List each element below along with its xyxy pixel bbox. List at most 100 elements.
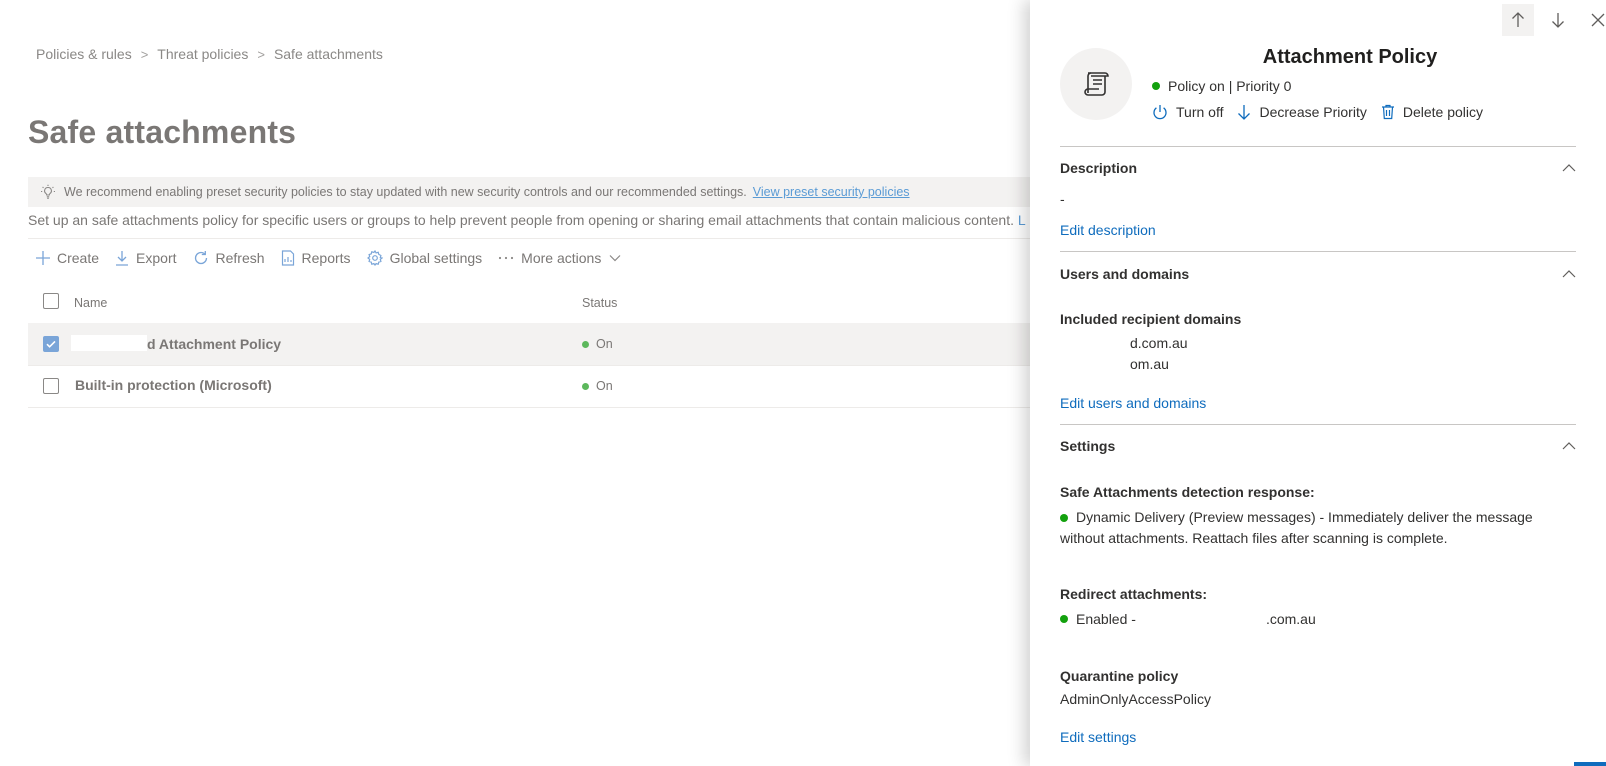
ellipsis-icon bbox=[498, 256, 514, 260]
refresh-icon bbox=[193, 250, 209, 266]
recommendation-banner: We recommend enabling preset security po… bbox=[28, 177, 1030, 207]
refresh-label: Refresh bbox=[215, 250, 265, 266]
quarantine-policy-value: AdminOnlyAccessPolicy bbox=[1060, 691, 1211, 707]
delete-policy-button[interactable]: Delete policy bbox=[1381, 104, 1483, 120]
download-icon bbox=[115, 250, 129, 266]
settings-section-header[interactable]: Settings bbox=[1060, 438, 1576, 454]
chevron-right-icon: > bbox=[140, 46, 149, 62]
policy-state-text: Policy on | Priority 0 bbox=[1168, 78, 1292, 94]
power-icon bbox=[1152, 104, 1168, 120]
chevron-up-icon[interactable] bbox=[1562, 442, 1576, 450]
description-section-title: Description bbox=[1060, 160, 1138, 176]
column-header-name[interactable]: Name bbox=[74, 296, 107, 310]
export-button[interactable]: Export bbox=[115, 250, 177, 266]
column-header-status[interactable]: Status bbox=[582, 296, 617, 310]
main-page: Policies & rules > Threat policies > Saf… bbox=[0, 0, 1030, 766]
status-dot bbox=[582, 340, 589, 348]
table-row[interactable]: d Attachment Policy On bbox=[28, 323, 1030, 366]
decrease-priority-button[interactable]: Decrease Priority bbox=[1237, 104, 1367, 120]
select-all-checkbox[interactable] bbox=[43, 293, 59, 309]
description-section-header[interactable]: Description bbox=[1060, 160, 1576, 176]
chevron-right-icon: > bbox=[257, 46, 265, 62]
included-domains-label: Included recipient domains bbox=[1060, 311, 1242, 327]
global-settings-button[interactable]: Global settings bbox=[366, 250, 483, 266]
policy-status: On bbox=[582, 337, 613, 351]
row-checkbox[interactable] bbox=[43, 378, 59, 394]
refresh-button[interactable]: Refresh bbox=[193, 250, 265, 266]
section-divider bbox=[1060, 146, 1576, 147]
more-actions-label: More actions bbox=[521, 250, 602, 266]
close-icon bbox=[1591, 13, 1605, 27]
turn-off-label: Turn off bbox=[1176, 104, 1224, 120]
report-icon bbox=[281, 250, 295, 266]
policy-status-text: On bbox=[596, 337, 613, 351]
domain-item: d.com.au bbox=[1130, 335, 1188, 351]
divider bbox=[28, 238, 1030, 239]
arrow-down-icon bbox=[1237, 104, 1251, 120]
next-item-button[interactable] bbox=[1542, 4, 1574, 36]
status-dot bbox=[582, 382, 589, 390]
learn-more-link[interactable]: L bbox=[1018, 212, 1026, 228]
redirect-attachments-value: Enabled - .com.au bbox=[1060, 611, 1316, 627]
edit-settings-link[interactable]: Edit settings bbox=[1060, 729, 1136, 745]
policy-avatar bbox=[1060, 48, 1132, 120]
edit-description-link[interactable]: Edit description bbox=[1060, 222, 1156, 238]
section-divider bbox=[1060, 251, 1576, 252]
scroll-icon bbox=[1084, 72, 1109, 96]
chevron-down-icon bbox=[609, 254, 621, 262]
chevron-up-icon[interactable] bbox=[1562, 270, 1576, 278]
checkmark-icon bbox=[46, 340, 56, 348]
arrow-up-icon bbox=[1512, 12, 1524, 27]
panel-title: Attachment Policy bbox=[1262, 46, 1438, 68]
global-settings-label: Global settings bbox=[389, 250, 483, 266]
delete-policy-label: Delete policy bbox=[1402, 104, 1483, 120]
row-checkbox[interactable] bbox=[43, 336, 59, 352]
edit-users-domains-link[interactable]: Edit users and domains bbox=[1060, 395, 1206, 411]
view-preset-policies-link[interactable]: View preset security policies bbox=[753, 185, 910, 199]
page-title: Safe attachments bbox=[28, 114, 297, 150]
recommendation-text: We recommend enabling preset security po… bbox=[64, 185, 747, 199]
trash-icon bbox=[1381, 104, 1395, 120]
policy-name[interactable]: d Attachment Policy bbox=[71, 335, 281, 352]
lightbulb-icon bbox=[40, 184, 56, 200]
breadcrumb-policies-rules[interactable]: Policies & rules bbox=[36, 46, 132, 62]
status-dot bbox=[1060, 615, 1068, 623]
plus-icon bbox=[36, 251, 50, 265]
panel-actions: Turn off Decrease Priority Delete policy bbox=[1152, 104, 1497, 120]
redirect-attachments-label: Redirect attachments: bbox=[1060, 586, 1208, 602]
policy-status-text: On bbox=[596, 379, 613, 393]
chevron-up-icon[interactable] bbox=[1562, 164, 1576, 172]
close-button[interactable] bbox=[1582, 4, 1606, 36]
breadcrumb-threat-policies[interactable]: Threat policies bbox=[157, 46, 248, 62]
reports-label: Reports bbox=[301, 250, 351, 266]
policy-details-panel: Attachment Policy Policy on | Priority 0… bbox=[1030, 0, 1606, 766]
gear-icon bbox=[366, 250, 383, 266]
status-dot bbox=[1152, 82, 1160, 90]
previous-item-button[interactable] bbox=[1502, 4, 1534, 36]
settings-section-title: Settings bbox=[1060, 438, 1116, 454]
users-domains-section-header[interactable]: Users and domains bbox=[1060, 266, 1576, 282]
arrow-down-icon bbox=[1552, 13, 1564, 28]
create-label: Create bbox=[57, 250, 100, 266]
create-button[interactable]: Create bbox=[36, 250, 99, 266]
reports-button[interactable]: Reports bbox=[281, 250, 351, 266]
policy-status: On bbox=[582, 379, 613, 393]
breadcrumb-safe-attachments: Safe attachments bbox=[273, 46, 383, 62]
footer-button-edge[interactable] bbox=[1574, 762, 1606, 766]
decrease-priority-label: Decrease Priority bbox=[1259, 104, 1367, 120]
command-bar: Create Export Refresh Reports Global set… bbox=[36, 250, 637, 266]
redirect-suffix: .com.au bbox=[1265, 611, 1316, 627]
policy-state: Policy on | Priority 0 bbox=[1152, 78, 1291, 94]
redirect-prefix: Enabled - bbox=[1076, 611, 1136, 627]
page-description: Set up an safe attachments policy for sp… bbox=[28, 212, 1030, 228]
more-actions-button[interactable]: More actions bbox=[498, 250, 621, 266]
policy-name[interactable]: Built-in protection (Microsoft) bbox=[75, 377, 272, 393]
description-value: - bbox=[1060, 191, 1065, 207]
table-row[interactable]: Built-in protection (Microsoft) On bbox=[28, 365, 1030, 408]
redacted-text bbox=[71, 335, 147, 351]
detection-response-text: Dynamic Delivery (Preview messages) - Im… bbox=[1060, 509, 1533, 546]
users-domains-section-title: Users and domains bbox=[1060, 266, 1190, 282]
quarantine-policy-label: Quarantine policy bbox=[1060, 668, 1179, 684]
section-divider bbox=[1060, 424, 1576, 425]
turn-off-button[interactable]: Turn off bbox=[1152, 104, 1223, 120]
